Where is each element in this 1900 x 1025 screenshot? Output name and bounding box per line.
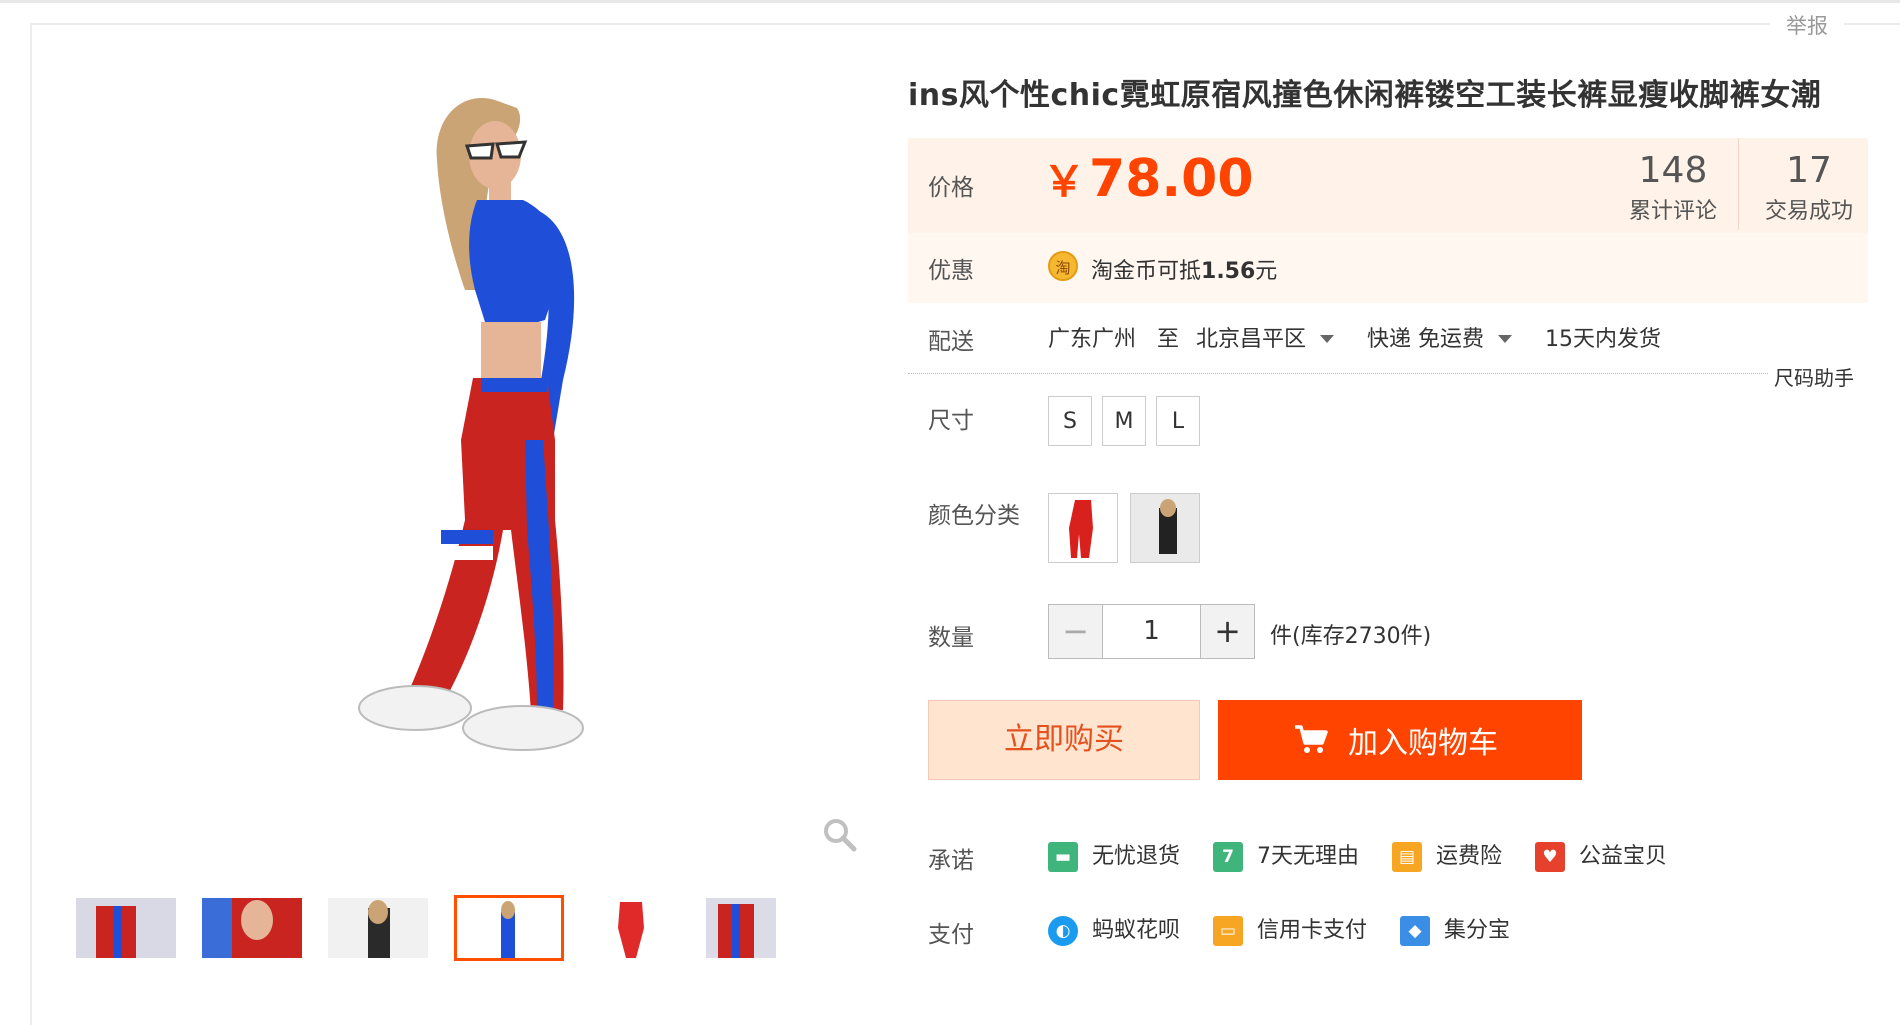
quantity-input[interactable]: 1: [1102, 604, 1201, 659]
shipping-insurance-icon: ▤: [1392, 842, 1423, 872]
payment-item-huabei[interactable]: ◐ 蚂蚁花呗: [1048, 912, 1180, 946]
product-title: ins风个性chic霓虹原宿风撞色休闲裤镂空工装长裤显瘦收脚裤女潮: [908, 78, 1822, 113]
thumbnail-5[interactable]: [580, 898, 680, 958]
size-option-l[interactable]: L: [1156, 396, 1200, 446]
price-label: 价格: [928, 175, 974, 201]
promise-text: 无忧退货: [1092, 844, 1181, 869]
promise-text: 7天无理由: [1257, 844, 1360, 869]
add-to-cart-label: 加入购物车: [1348, 726, 1498, 761]
payment-item-credit-card[interactable]: ▭ 信用卡支付: [1213, 912, 1367, 946]
thumbnail-1[interactable]: [76, 898, 176, 958]
stock-info: 件(库存2730件): [1270, 624, 1432, 649]
trades-count: 17: [1786, 150, 1832, 191]
promise-text: 运费险: [1436, 844, 1503, 869]
promise-text: 公益宝贝: [1579, 844, 1668, 869]
huabei-icon: ◐: [1048, 916, 1078, 946]
currency-symbol: ￥: [1043, 157, 1086, 206]
shipping-method-select[interactable]: 快递 免运费: [1367, 327, 1484, 352]
destination-dropdown-caret-icon[interactable]: [1320, 334, 1335, 343]
promise-item-charity[interactable]: ♥ 公益宝贝: [1535, 838, 1667, 872]
truck-icon: ▬: [1048, 842, 1078, 872]
quantity-label: 数量: [928, 625, 974, 651]
shipping-dispatch-time: 15天内发货: [1545, 327, 1662, 352]
section-dotted-divider: [908, 373, 1768, 374]
color-swatch-red[interactable]: [1048, 493, 1118, 563]
payment-item-jifenbao[interactable]: ◆ 集分宝: [1400, 912, 1510, 946]
color-category-label: 颜色分类: [928, 503, 1020, 529]
promotion-amount: 1.56: [1201, 259, 1256, 284]
promotion-row: 优惠 淘 淘金币可抵1.56元: [908, 233, 1868, 303]
jifenbao-icon: ◆: [1400, 916, 1431, 946]
main-product-image[interactable]: [255, 60, 735, 880]
reviews-counter[interactable]: 148 累计评论: [1603, 138, 1743, 230]
promotion-label: 优惠: [928, 258, 974, 284]
shipping-to-word: 至: [1157, 327, 1180, 352]
thumbnail-4-selected[interactable]: [454, 895, 564, 961]
quantity-decrease-button[interactable]: −: [1048, 604, 1103, 659]
promotion-unit: 元: [1255, 259, 1278, 284]
payment-label: 支付: [928, 922, 974, 948]
quantity-increase-button[interactable]: +: [1200, 604, 1255, 659]
promise-list: ▬ 无忧退货 7 7天无理由 ▤ 运费险 ♥ 公益宝贝: [1048, 838, 1693, 872]
price-amount: 78.00: [1089, 149, 1254, 209]
add-to-cart-button[interactable]: 加入购物车: [1218, 700, 1582, 780]
trades-counter[interactable]: 17 交易成功: [1738, 138, 1879, 230]
reviews-label: 累计评论: [1628, 199, 1717, 224]
size-label: 尺寸: [928, 408, 974, 434]
buy-now-button[interactable]: 立即购买: [928, 700, 1200, 780]
size-option-s[interactable]: S: [1048, 396, 1092, 446]
seven-day-icon: 7: [1213, 842, 1244, 872]
trades-label: 交易成功: [1764, 199, 1853, 224]
thumbnail-6[interactable]: [706, 898, 776, 958]
shipping-destination-select[interactable]: 北京昌平区: [1196, 327, 1306, 352]
shipping-label: 配送: [928, 329, 974, 355]
promise-item-seven-day[interactable]: 7 7天无理由: [1213, 838, 1359, 872]
promise-item-return[interactable]: ▬ 无忧退货: [1048, 838, 1180, 872]
price-panel: 价格 ￥78.00 148 累计评论 17 交易成功 优惠 淘 淘金币可抵1.5…: [908, 138, 1868, 303]
credit-card-icon: ▭: [1213, 916, 1244, 946]
shopping-cart-icon: [1295, 725, 1328, 753]
payment-text: 蚂蚁花呗: [1092, 918, 1181, 943]
promotion-prefix: 淘金币可抵: [1091, 259, 1202, 284]
method-dropdown-caret-icon[interactable]: [1498, 334, 1513, 343]
thumbnail-2[interactable]: [202, 898, 302, 958]
charity-heart-icon: ♥: [1535, 842, 1566, 872]
top-divider: [0, 0, 1900, 3]
color-swatch-black[interactable]: [1130, 493, 1200, 563]
size-option-m[interactable]: M: [1102, 396, 1146, 446]
report-link[interactable]: 举报: [1770, 10, 1844, 40]
model-illustration: [358, 98, 584, 751]
payment-list: ◐ 蚂蚁花呗 ▭ 信用卡支付 ◆ 集分宝: [1048, 912, 1536, 946]
zoom-magnifier-icon[interactable]: [822, 817, 858, 853]
reviews-count: 148: [1638, 150, 1708, 191]
shipping-from: 广东广州: [1048, 327, 1137, 352]
size-options: SML: [1048, 396, 1210, 446]
promise-label: 承诺: [928, 848, 974, 874]
thumbnail-3[interactable]: [328, 898, 428, 958]
taojinbi-coin-icon: 淘: [1048, 251, 1078, 281]
size-helper-link[interactable]: 尺码助手: [1774, 362, 1854, 391]
payment-text: 集分宝: [1444, 918, 1511, 943]
promotion-text: 淘金币可抵1.56元: [1091, 253, 1277, 285]
payment-text: 信用卡支付: [1257, 918, 1368, 943]
promise-item-insurance[interactable]: ▤ 运费险: [1392, 838, 1502, 872]
shipping-info: 广东广州 至 北京昌平区 快递 免运费 15天内发货: [1048, 321, 1665, 353]
price-value: ￥78.00: [1043, 148, 1254, 209]
